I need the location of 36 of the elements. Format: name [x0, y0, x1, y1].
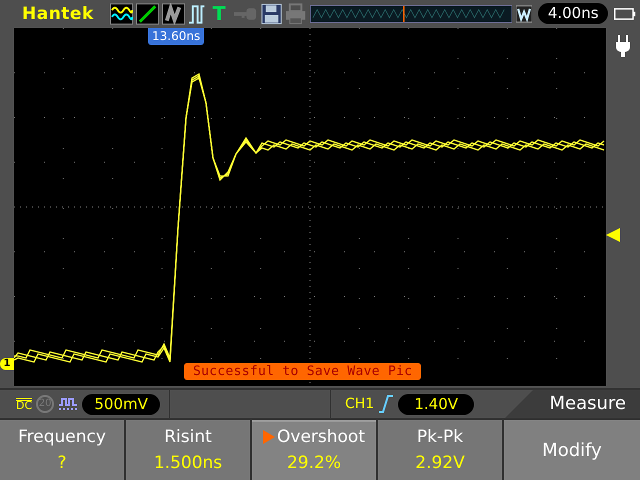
wave-mode-icon [516, 2, 532, 24]
trigger-time-marker: 13.60ns [148, 28, 204, 45]
measurement-value: 1.500ns [154, 453, 222, 473]
measurement-value: 2.92V [415, 453, 465, 473]
menu-title: Measure [505, 390, 640, 418]
measurement-softkey[interactable]: Overshoot 29.2% [252, 420, 376, 480]
save-icon [260, 2, 282, 24]
modify-button[interactable]: Modify [504, 420, 640, 480]
selected-arrow-icon [263, 430, 275, 444]
printer-icon [284, 2, 306, 24]
measurement-label: Risint [164, 427, 212, 447]
measurement-softkey[interactable]: Frequency ? [0, 420, 124, 480]
coupling-label: DC [16, 398, 32, 410]
measurement-label: Frequency [18, 427, 106, 447]
trigger-level-readout: 1.40V [398, 394, 474, 414]
battery-icon [614, 6, 636, 22]
trigger-level-marker-icon [606, 228, 620, 242]
invert-icon [58, 396, 78, 412]
measurement-softkey[interactable]: Pk-Pk 2.92V [378, 420, 502, 480]
wave-display-icon [110, 2, 134, 24]
pulse-icon [188, 2, 206, 24]
timebase-readout: 4.00ns [538, 3, 608, 24]
volts-div-readout: 500mV [82, 394, 160, 414]
power-plug-icon [615, 35, 631, 57]
trigger-mode-label: T [212, 2, 226, 24]
measurement-label: Pk-Pk [416, 427, 464, 447]
channel-marker: 1 [0, 358, 14, 370]
rising-edge-icon [378, 395, 394, 413]
measurement-value: 29.2% [286, 453, 341, 473]
trigger-source-label: CH1 [345, 396, 374, 412]
measurement-label: Overshoot [277, 427, 365, 447]
measurement-value: ? [57, 453, 67, 473]
measurement-softkey[interactable]: Risint 1.500ns [126, 420, 250, 480]
line-display-icon [136, 2, 160, 24]
brand-logo: Hantek [22, 4, 95, 24]
status-message: Successful to Save Wave Pic [184, 363, 422, 380]
